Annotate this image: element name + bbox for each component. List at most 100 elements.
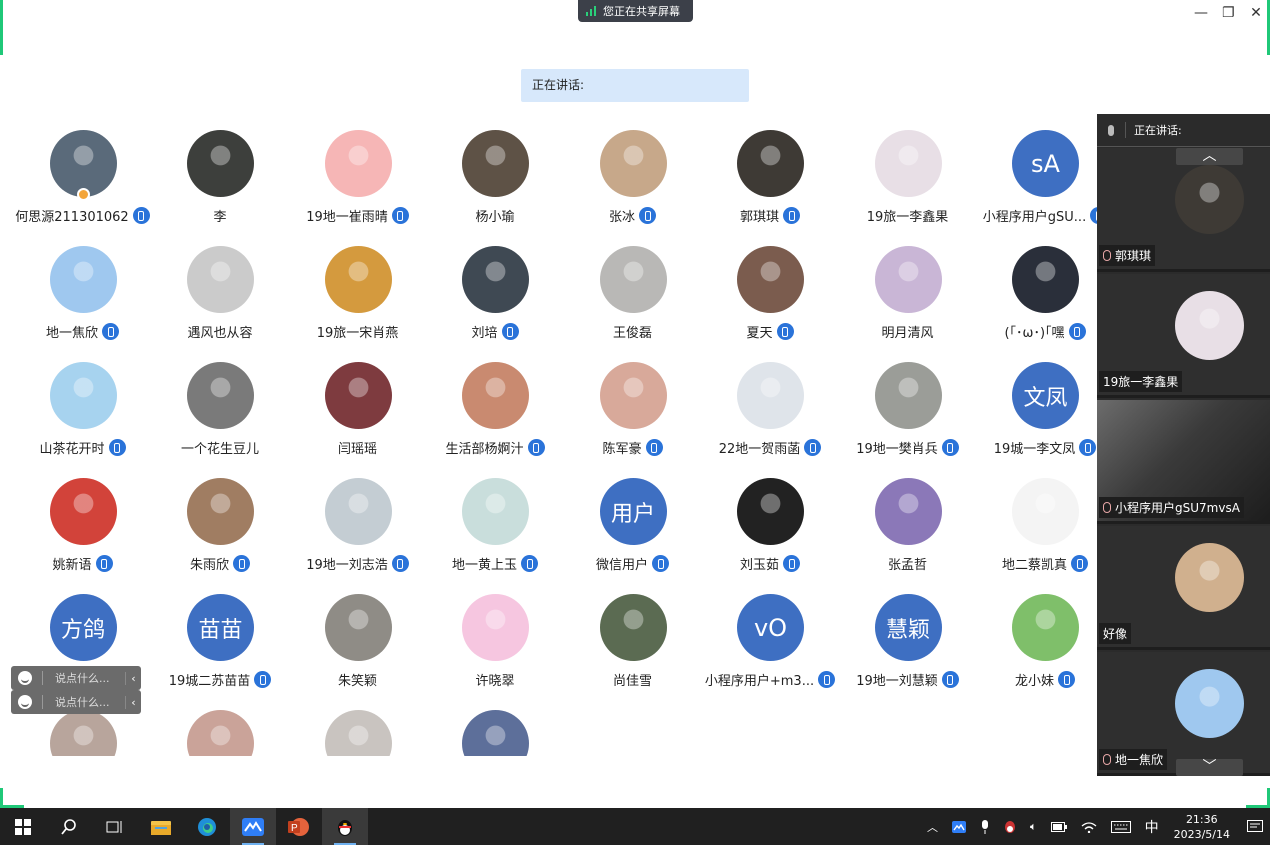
participant-tile[interactable]: 19地一刘志浩 [289,476,426,592]
notification-icon[interactable] [1247,819,1263,834]
scroll-down-chevron-icon[interactable]: ﹀ [1176,759,1243,776]
start-button[interactable] [0,808,46,845]
participant-tile[interactable]: 地一焦欣 [14,244,151,360]
participant-tile[interactable]: 19旅一宋肖燕 [289,244,426,360]
taskbar-file-explorer[interactable] [138,808,184,845]
volume-icon[interactable]: 🔈︎ [1030,820,1037,834]
participant-tile[interactable]: 姚新语 [14,476,151,592]
task-view-button[interactable] [92,808,138,845]
participant-tile[interactable] [152,708,289,756]
participant-tile[interactable]: 张冰 [564,128,701,244]
participant-tile[interactable]: 何思源211301062 [14,128,151,244]
windows-logo-icon [15,818,31,835]
participant-tile[interactable]: (｢･ω･)｢嘿 [977,244,1099,360]
collapse-chevron-icon[interactable]: ‹ [125,671,141,685]
share-border-bottom-right [1246,788,1270,808]
participant-tile[interactable]: vO 小程序用户+m3... [702,592,839,708]
participant-tile[interactable]: 地一黄上玉 [427,476,564,592]
video-card[interactable]: 19旅一李鑫果 [1097,274,1270,398]
minimize-icon[interactable]: — [1194,4,1208,22]
participant-tile[interactable]: 李 [152,128,289,244]
participant-tile[interactable]: 一个花生豆儿 [152,360,289,476]
participant-tile[interactable]: 闫瑶瑶 [289,360,426,476]
participant-tile[interactable] [14,708,151,756]
participant-name: 地一焦欣 [45,326,98,341]
chat-input-bar[interactable]: 说点什么... ‹ [11,690,141,714]
participant-tile[interactable]: 杨小瑜 [427,128,564,244]
collapse-chevron-icon[interactable]: ‹ [125,695,141,709]
screen-share-banner[interactable]: 您正在共享屏幕 [578,0,693,22]
participant-tile[interactable]: 山茶花开时 [14,360,151,476]
meeting-tray-icon[interactable] [951,820,966,833]
participant-name: 张孟哲 [887,558,927,573]
participant-tile[interactable]: 许晓翠 [427,592,564,708]
video-card[interactable]: 郭琪琪 [1097,148,1270,272]
participant-name: 19地一樊肖兵 [856,442,938,457]
participant-name: 19城一李文凤 [993,442,1076,457]
participant-tile[interactable]: 19地一樊肖兵 [839,360,976,476]
taskbar-qq[interactable] [322,808,368,845]
participant-name: 闫瑶瑶 [337,442,377,457]
microphone-icon [645,439,663,456]
participant-tile[interactable]: 龙小妹 [977,592,1099,708]
participant-tile[interactable]: 文凤 19城一李文凤 [977,360,1099,476]
participant-tile[interactable]: 19地一崔雨晴 [289,128,426,244]
chat-input[interactable]: 说点什么... [55,694,125,710]
avatar [874,246,942,313]
participant-tile[interactable]: 用户 微信用户 [564,476,701,592]
participant-name-row: 张孟哲 [839,554,976,573]
participant-tile[interactable]: 刘培 [427,244,564,360]
participant-tile[interactable] [427,708,564,756]
participant-tile[interactable]: 陈军豪 [564,360,701,476]
taskbar-meeting-app[interactable] [230,808,276,845]
video-card[interactable]: 好像 [1097,526,1270,650]
participant-name-row: 地二蔡凯真 [977,554,1099,573]
participant-tile[interactable]: 19旅一李鑫果 [839,128,976,244]
microphone-tray-icon[interactable] [980,819,990,834]
participant-tile[interactable]: 遇风也从容 [152,244,289,360]
video-card[interactable]: 小程序用户gSU7mvsA [1097,400,1270,524]
participant-tile[interactable]: 生活部杨婀汁 [427,360,564,476]
keyboard-icon[interactable] [1110,820,1131,833]
emoji-icon[interactable] [18,695,32,709]
participant-name-row: 夏天 [702,322,839,341]
participant-name: 19旅一宋肖燕 [316,326,399,341]
participant-tile[interactable]: 郭琪琪 [702,128,839,244]
input-method-indicator[interactable]: 中 [1145,817,1159,837]
participant-name-row: 22地一贺雨菡 [702,438,839,457]
participant-tile[interactable]: sA 小程序用户gSU... [977,128,1098,244]
participant-tile[interactable]: 王俊磊 [564,244,701,360]
chat-input[interactable]: 说点什么... [55,670,125,686]
participant-name: 郭琪琪 [739,210,779,225]
show-hidden-icons-icon[interactable]: ︿ [927,819,938,835]
participant-tile[interactable]: 张孟哲 [839,476,976,592]
emoji-icon[interactable] [18,671,32,685]
taskbar-edge[interactable] [184,808,230,845]
taskbar-clock[interactable]: 21:36 2023/5/14 [1174,812,1230,842]
participant-tile[interactable]: 慧颖 19地一刘慧颖 [839,592,976,708]
participant-tile[interactable]: 明月清风 [839,244,976,360]
taskbar-powerpoint[interactable]: P [276,808,322,845]
restore-icon[interactable]: ❐ [1222,4,1235,22]
participant-tile[interactable]: 22地一贺雨菡 [702,360,839,476]
close-icon[interactable]: ✕ [1250,4,1262,22]
battery-icon[interactable] [1050,821,1067,832]
participant-tile[interactable]: 尚佳雪 [564,592,701,708]
avatar [599,246,667,313]
participant-name: 陈军豪 [602,442,642,457]
participant-name: 许晓翠 [475,674,515,689]
wifi-icon[interactable] [1081,821,1097,833]
participant-name: 张冰 [608,210,635,225]
video-card[interactable]: 地一焦欣 [1097,652,1270,776]
participant-tile[interactable] [289,708,426,756]
scroll-up-chevron-icon[interactable]: ︿ [1176,148,1243,165]
participant-tile[interactable]: 刘玉茹 [702,476,839,592]
participant-tile[interactable]: 苗苗 19城二苏苗苗 [152,592,289,708]
participant-tile[interactable]: 夏天 [702,244,839,360]
search-button[interactable] [46,808,92,845]
participant-tile[interactable]: 朱雨欣 [152,476,289,592]
participant-tile[interactable]: 地二蔡凯真 [977,476,1099,592]
qq-tray-icon[interactable] [1004,820,1016,834]
participant-tile[interactable]: 朱笑颖 [289,592,426,708]
chat-input-bar[interactable]: 说点什么... ‹ [11,666,141,690]
